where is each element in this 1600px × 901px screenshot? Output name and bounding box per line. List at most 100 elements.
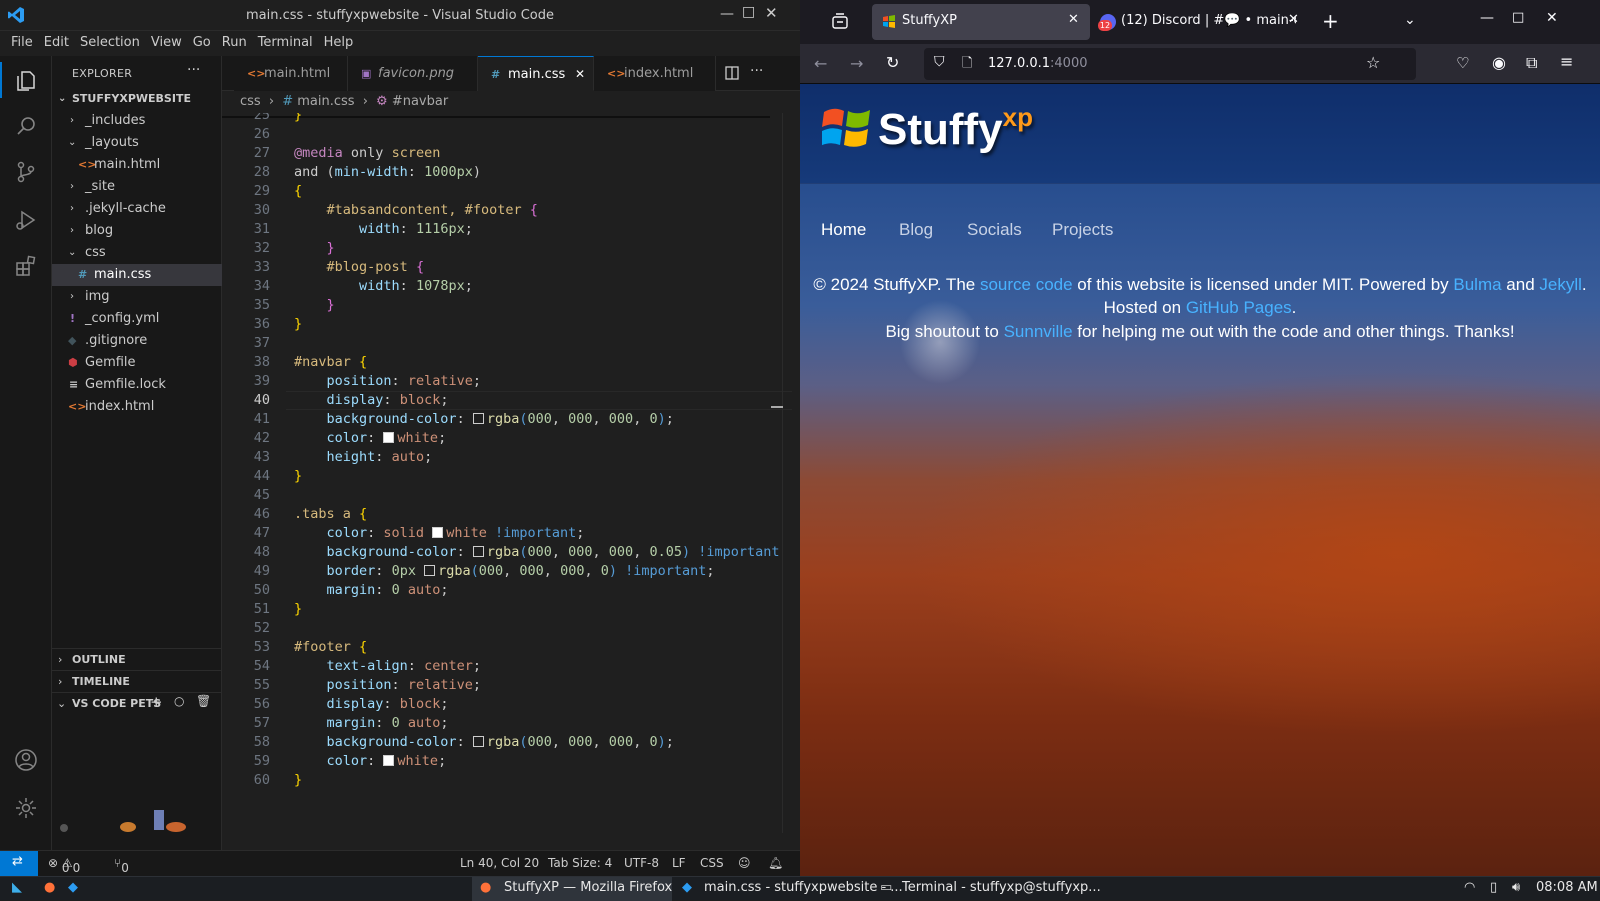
settings-gear-icon[interactable] (14, 796, 38, 820)
bulma-link[interactable]: Bulma (1453, 275, 1501, 294)
menu-help[interactable]: Help (319, 31, 360, 50)
eol[interactable]: LF (672, 856, 686, 870)
vscode-launcher-icon[interactable]: ◆ (68, 880, 78, 895)
maximize-button[interactable]: □ (1512, 10, 1524, 25)
tree-folder-layouts[interactable]: ⌄ _layouts (52, 132, 222, 154)
github-pages-link[interactable]: GitHub Pages (1186, 298, 1292, 317)
language-mode[interactable]: CSS (700, 856, 724, 870)
firefox-launcher-icon[interactable]: ● (44, 880, 55, 895)
close-window-button[interactable]: ✕ (1546, 10, 1558, 26)
back-arrow-icon[interactable]: ← (814, 54, 827, 73)
nav-home[interactable]: Home (821, 220, 866, 240)
add-pet-icon[interactable]: + (150, 693, 163, 711)
ball-icon[interactable]: ○ (174, 694, 184, 708)
volume-icon[interactable]: 🔊︎ (1512, 880, 1520, 895)
hamburger-menu-icon[interactable]: ≡ (1560, 52, 1573, 71)
nav-socials[interactable]: Socials (967, 220, 1022, 240)
close-tab-icon[interactable]: ✕ (1068, 12, 1079, 27)
feedback-icon[interactable]: ☺ (738, 856, 751, 870)
tree-folder-site[interactable]: › _site (52, 176, 222, 198)
list-all-tabs-icon[interactable]: ⌄ (1404, 12, 1416, 28)
tree-file-gemfile-lock[interactable]: ≡ Gemfile.lock (52, 374, 222, 396)
code-editor[interactable]: 25} 26 27 @media only screen 28 and (min-widt… (222, 113, 792, 833)
close-tab-icon[interactable]: ✕ (575, 57, 585, 92)
trash-icon[interactable]: 🗑 (196, 694, 211, 708)
encoding[interactable]: UTF-8 (624, 856, 659, 870)
menu-terminal[interactable]: Terminal (253, 31, 319, 50)
breadcrumb-file[interactable]: main.css (297, 94, 354, 109)
project-root[interactable]: ⌄ STUFFYXPWEBSITE (52, 88, 222, 110)
pocket-icon[interactable]: ♡ (1456, 54, 1469, 72)
tab-favicon-png[interactable]: ▣ favicon.png (348, 56, 478, 91)
close-window-button[interactable]: ✕ (765, 4, 778, 22)
browser-tab-discord[interactable]: 12 (12) Discord | #💬 • main-chat ✕ (1096, 4, 1314, 40)
tab-index-html[interactable]: <> index.html (594, 56, 716, 91)
taskbar-item-terminal[interactable]: ▭ Terminal - stuffyxp@stuffyxp... (876, 877, 1101, 901)
url-bar[interactable]: ⛉ 🗋︎ 127.0.0.1:4000 ☆ (924, 48, 1416, 80)
tree-folder-includes[interactable]: › _includes (52, 110, 222, 132)
menu-go[interactable]: Go (188, 31, 217, 50)
run-debug-icon[interactable] (14, 208, 38, 232)
source-control-icon[interactable] (14, 160, 38, 184)
sunnville-link[interactable]: Sunnville (1004, 322, 1073, 341)
menu-file[interactable]: File (0, 31, 39, 50)
tree-folder-blog[interactable]: › blog (52, 220, 222, 242)
firefox-view-icon[interactable] (830, 12, 850, 32)
site-logo[interactable]: Stuffyxp (878, 102, 1033, 155)
tab-main-html[interactable]: <> main.html (234, 56, 348, 91)
problems-indicator[interactable]: ⊗ 0 ⚠ 0 (48, 856, 80, 875)
new-tab-button[interactable]: + (1322, 9, 1339, 33)
tree-file-index-html[interactable]: <> index.html (52, 396, 222, 418)
battery-icon[interactable]: ▯ (1490, 880, 1497, 895)
breadcrumb-symbol[interactable]: #navbar (392, 94, 448, 109)
browser-tab-stuffyxp[interactable]: StuffyXP ✕ (872, 4, 1090, 40)
wifi-icon[interactable]: ◠ (1464, 880, 1475, 895)
maximize-button[interactable]: □ (742, 4, 755, 20)
menu-run[interactable]: Run (217, 31, 253, 50)
menu-selection[interactable]: Selection (75, 31, 146, 50)
tree-file-gemfile[interactable]: ⬢ Gemfile (52, 352, 222, 374)
menu-edit[interactable]: Edit (39, 31, 75, 50)
shield-icon[interactable]: ⛉ (934, 54, 945, 70)
extensions-icon[interactable] (14, 254, 38, 278)
tree-file-config-yml[interactable]: ! _config.yml (52, 308, 222, 330)
tree-file-gitignore[interactable]: ◆ .gitignore (52, 330, 222, 352)
scrollbar-track[interactable] (782, 113, 783, 833)
account-icon[interactable]: ◉ (1492, 53, 1506, 72)
search-icon[interactable] (14, 114, 38, 138)
tree-folder-jekyll-cache[interactable]: › .jekyll-cache (52, 198, 222, 220)
taskbar-item-vscode[interactable]: ◆ main.css - stuffyxpwebsite - ... (674, 877, 903, 901)
menu-view[interactable]: View (146, 31, 188, 50)
explorer-icon[interactable] (14, 68, 38, 92)
taskbar-item-firefox[interactable]: ● StuffyXP — Mozilla Firefox (472, 877, 672, 901)
remote-button[interactable]: ⇄ (0, 851, 38, 876)
tree-file-main-css[interactable]: # main.css (52, 264, 222, 286)
breadcrumb-css[interactable]: css (240, 94, 261, 109)
tab-size[interactable]: Tab Size: 4 (548, 856, 612, 870)
notifications-bell-icon[interactable]: 🔔︎ (768, 856, 783, 870)
minimize-button[interactable]: — (720, 6, 734, 22)
source-code-link[interactable]: source code (980, 275, 1073, 294)
tab-main-css[interactable]: # main.css ✕ (478, 56, 594, 91)
app-launcher-icon[interactable]: ◣ (12, 880, 22, 895)
cursor-position[interactable]: Ln 40, Col 20 (460, 856, 539, 870)
ports-indicator[interactable]: ⑂ 0 (114, 856, 129, 875)
bookmark-star-icon[interactable]: ☆ (1366, 53, 1380, 72)
reload-icon[interactable]: ↻ (886, 53, 899, 72)
nav-blog[interactable]: Blog (899, 220, 933, 240)
tree-folder-css[interactable]: ⌄ css (52, 242, 222, 264)
tree-file-main-html[interactable]: <> main.html (52, 154, 222, 176)
editor-more-icon[interactable]: ··· (750, 63, 763, 79)
minimize-button[interactable]: — (1480, 10, 1494, 26)
forward-arrow-icon[interactable]: → (850, 54, 863, 73)
close-tab-icon[interactable]: ✕ (1288, 12, 1299, 27)
outline-section[interactable]: › OUTLINE (52, 648, 222, 670)
clock[interactable]: 08:08 AM (1536, 880, 1598, 895)
timeline-section[interactable]: › TIMELINE (52, 670, 222, 692)
nav-projects[interactable]: Projects (1052, 220, 1113, 240)
account-icon[interactable] (14, 748, 38, 772)
more-actions-icon[interactable]: ··· (187, 62, 200, 78)
jekyll-link[interactable]: Jekyll (1539, 275, 1582, 294)
tree-folder-img[interactable]: › img (52, 286, 222, 308)
split-editor-icon[interactable] (724, 65, 740, 81)
